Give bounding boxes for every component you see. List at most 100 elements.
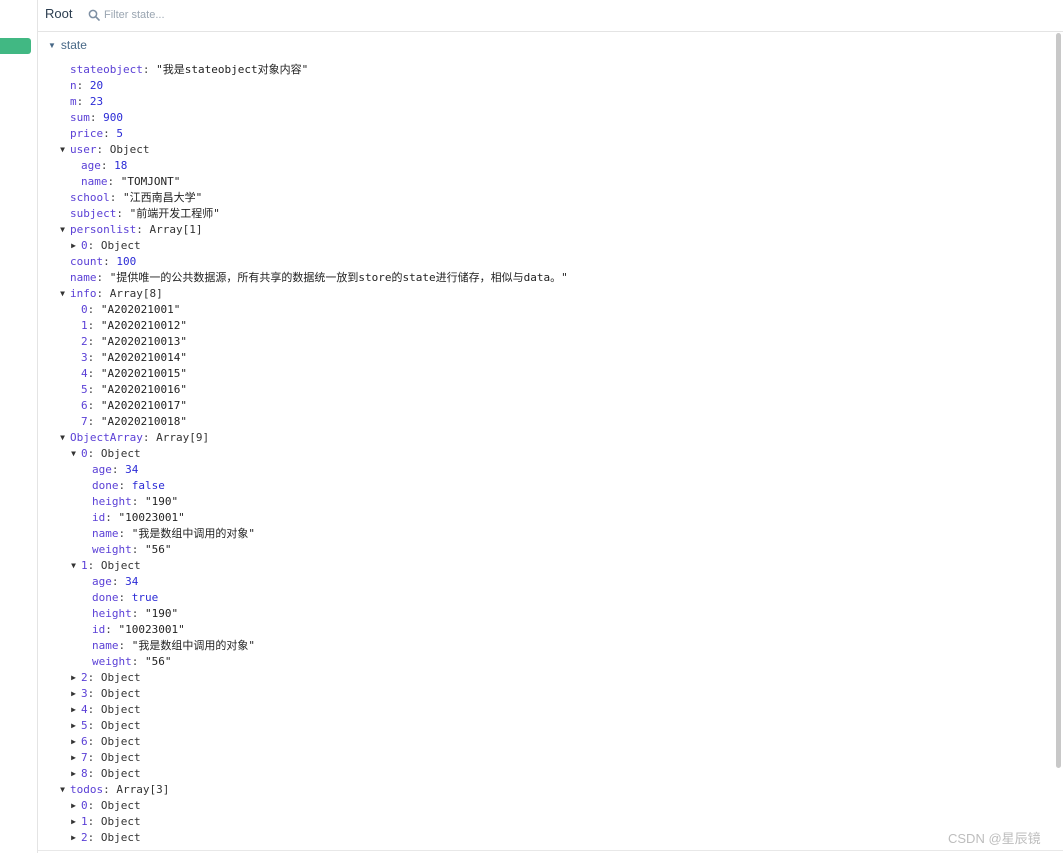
state-key: 5 — [81, 719, 88, 732]
state-tree-row[interactable]: ▼ todos: Array[3] — [58, 782, 1048, 798]
state-tree-row[interactable]: ▼ 0: Object — [58, 446, 1048, 462]
state-entry: 7: Object — [81, 751, 141, 764]
filter-state-input[interactable] — [104, 5, 404, 25]
state-value: "提供唯一的公共数据源，所有共享的数据统一放到store的state进行储存，相… — [109, 271, 568, 284]
state-section-label: state — [60, 38, 87, 52]
collapsed-arrow-icon[interactable]: ▶ — [69, 766, 78, 782]
state-tree-row: school: "江西南昌大学" — [58, 190, 1048, 206]
expanded-arrow-icon[interactable]: ▼ — [58, 286, 67, 302]
state-key: 6 — [81, 399, 88, 412]
collapsed-arrow-icon[interactable]: ▶ — [69, 686, 78, 702]
state-entry: 3: "A2020210014" — [81, 351, 187, 364]
state-entry: todos: Array[3] — [70, 783, 170, 796]
state-value: Object — [100, 799, 141, 812]
state-key: stateobject — [70, 63, 143, 76]
collapsed-arrow-icon[interactable]: ▶ — [69, 702, 78, 718]
collapsed-arrow-icon[interactable]: ▶ — [69, 750, 78, 766]
collapsed-arrow-icon[interactable]: ▶ — [69, 238, 78, 254]
state-tree-row[interactable]: ▶ 4: Object — [58, 702, 1048, 718]
state-entry: 2: Object — [81, 831, 141, 844]
state-entry: 3: Object — [81, 687, 141, 700]
state-tree-row[interactable]: ▼ user: Object — [58, 142, 1048, 158]
state-tree-row[interactable]: ▶ 2: Object — [58, 670, 1048, 686]
state-value: "190" — [145, 607, 179, 620]
state-tree-row[interactable]: ▼ ObjectArray: Array[9] — [58, 430, 1048, 446]
state-key: m — [70, 95, 77, 108]
state-tree-row[interactable]: ▶ 1: Object — [58, 814, 1048, 830]
state-value: false — [131, 479, 165, 492]
state-value: 20 — [89, 79, 104, 92]
state-entry: 4: Object — [81, 703, 141, 716]
state-key: name — [92, 639, 119, 652]
state-value: Array[3] — [116, 783, 170, 796]
state-tree-row: id: "10023001" — [58, 622, 1048, 638]
expanded-arrow-icon[interactable]: ▼ — [58, 222, 67, 238]
state-tree-row[interactable]: ▼ 1: Object — [58, 558, 1048, 574]
state-value: "A202021001" — [100, 303, 181, 316]
collapsed-arrow-icon[interactable]: ▶ — [69, 798, 78, 814]
state-entry: 6: Object — [81, 735, 141, 748]
collapsed-arrow-icon[interactable]: ▶ — [69, 830, 78, 846]
state-tree-row[interactable]: ▶ 6: Object — [58, 734, 1048, 750]
left-rail — [0, 0, 38, 853]
collapsed-arrow-icon[interactable]: ▶ — [69, 718, 78, 734]
state-key: todos — [70, 783, 104, 796]
expanded-arrow-icon[interactable]: ▼ — [58, 782, 67, 798]
state-tree-row[interactable]: ▶ 7: Object — [58, 750, 1048, 766]
vertical-scrollbar[interactable] — [1056, 33, 1061, 768]
state-value: true — [131, 591, 159, 604]
watermark: CSDN @星辰镜 — [948, 831, 1041, 846]
expanded-arrow-icon[interactable]: ▼ — [58, 142, 67, 158]
state-value: Object — [100, 751, 141, 764]
state-tree-row[interactable]: ▶ 3: Object — [58, 686, 1048, 702]
state-key: 1 — [81, 319, 88, 332]
state-tree-row: 3: "A2020210014" — [58, 350, 1048, 366]
state-tree-row: price: 5 — [58, 126, 1048, 142]
state-entry: 8: Object — [81, 767, 141, 780]
expanded-arrow-icon[interactable]: ▼ — [58, 430, 67, 446]
state-entry: n: 20 — [70, 79, 104, 92]
state-tree-row[interactable]: ▶ 5: Object — [58, 718, 1048, 734]
collapsed-arrow-icon[interactable]: ▶ — [69, 670, 78, 686]
state-tree-row[interactable]: ▶ 2: Object — [58, 830, 1048, 846]
state-tree-row[interactable]: ▶ 8: Object — [58, 766, 1048, 782]
state-tree-row: n: 20 — [58, 78, 1048, 94]
state-key: 3 — [81, 351, 88, 364]
state-value: 900 — [103, 111, 123, 124]
state-value: "A2020210018" — [100, 415, 187, 428]
state-key: 3 — [81, 687, 88, 700]
state-entry: height: "190" — [92, 495, 179, 508]
state-key: 4 — [81, 367, 88, 380]
expanded-arrow-icon[interactable]: ▼ — [69, 558, 78, 574]
state-entry: 0: Object — [81, 239, 141, 252]
state-key: user — [70, 143, 97, 156]
state-tree: stateobject: "我是stateobject对象内容" n: 20 m: … — [58, 62, 1048, 846]
state-value: Array[9] — [156, 431, 210, 444]
active-component-indicator[interactable] — [0, 38, 31, 54]
state-tree-row[interactable]: ▶ 0: Object — [58, 798, 1048, 814]
state-value: "A2020210016" — [100, 383, 187, 396]
state-key: subject — [70, 207, 117, 220]
state-value: Object — [100, 831, 141, 844]
state-tree-row: 4: "A2020210015" — [58, 366, 1048, 382]
collapsed-arrow-icon[interactable]: ▶ — [69, 734, 78, 750]
collapsed-arrow-icon[interactable]: ▶ — [69, 814, 78, 830]
state-section-toggle[interactable]: ▼ state — [48, 37, 87, 53]
state-key: count — [70, 255, 104, 268]
state-tree-row[interactable]: ▼ info: Array[8] — [58, 286, 1048, 302]
state-key: ObjectArray — [70, 431, 143, 444]
state-key: 1 — [81, 815, 88, 828]
state-value: "A2020210014" — [100, 351, 187, 364]
state-tree-row[interactable]: ▼ personlist: Array[1] — [58, 222, 1048, 238]
state-entry: price: 5 — [70, 127, 123, 140]
state-value: Object — [109, 143, 150, 156]
state-key: school — [70, 191, 110, 204]
state-tree-row[interactable]: ▶ 0: Object — [58, 238, 1048, 254]
state-key: n — [70, 79, 77, 92]
state-key: done — [92, 479, 119, 492]
state-value: Object — [100, 719, 141, 732]
expanded-arrow-icon[interactable]: ▼ — [69, 446, 78, 462]
state-key: 7 — [81, 415, 88, 428]
state-key: info — [70, 287, 97, 300]
state-tree-row: weight: "56" — [58, 654, 1048, 670]
